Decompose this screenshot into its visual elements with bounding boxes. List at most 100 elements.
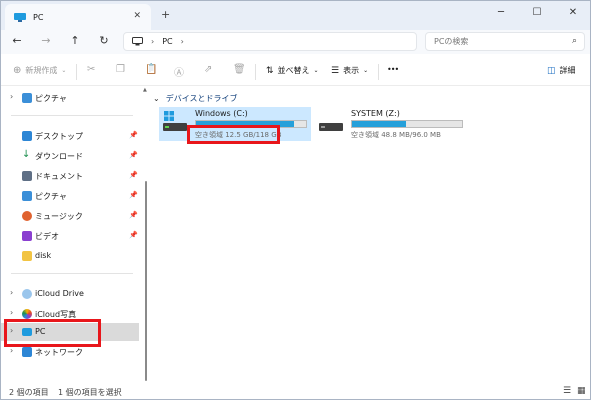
sidebar-item-videos[interactable]: ビデオ 📌 <box>1 227 139 245</box>
breadcrumb-chevron[interactable]: › <box>151 37 154 46</box>
file-explorer-window: PC ✕ + ─ ☐ ✕ ← → ↑ ↻ › PC › PCの検索 ⌕ ⊕ 新規… <box>0 0 591 400</box>
breadcrumb-chevron-end[interactable]: › <box>181 37 184 46</box>
cut-icon[interactable]: ✂ <box>87 64 95 75</box>
chevron-down-icon: ⌄ <box>313 67 319 74</box>
sidebar-item-label: ピクチャ <box>35 94 67 103</box>
search-icon: ⌕ <box>571 36 577 46</box>
new-tab-button[interactable]: + <box>161 8 170 21</box>
sidebar-divider <box>11 273 133 274</box>
search-input[interactable]: PCの検索 ⌕ <box>425 32 585 51</box>
up-button[interactable]: ↑ <box>67 34 83 47</box>
videos-icon <box>22 231 32 241</box>
folder-icon <box>22 251 32 261</box>
refresh-button[interactable]: ↻ <box>96 34 112 47</box>
status-bar: 2 個の項目 1 個の項目を選択 ☰ ▦ <box>1 383 590 399</box>
sidebar-item-label: ビデオ <box>35 232 59 241</box>
pin-icon: 📌 <box>129 151 138 159</box>
pin-icon: 📌 <box>129 171 138 179</box>
sort-label: 並べ替え <box>277 66 310 75</box>
details-button[interactable]: ◫ 詳細 <box>547 65 576 76</box>
documents-icon <box>22 171 32 181</box>
search-placeholder: PCの検索 <box>434 37 469 46</box>
scroll-up-icon[interactable]: ▲ <box>143 87 147 93</box>
more-options-button[interactable]: ••• <box>387 65 399 74</box>
sidebar-item-disk[interactable]: disk <box>1 247 139 265</box>
paste-icon[interactable]: 📋 <box>145 64 157 75</box>
sort-button[interactable]: ⇅ 並べ替え ⌄ <box>266 65 319 76</box>
sidebar-item-label: iCloud Drive <box>35 289 84 298</box>
drive-free-space: 空き領域 48.8 MB/96.0 MB <box>351 131 441 139</box>
download-icon: ↓ <box>22 149 31 160</box>
drive-item-system[interactable]: SYSTEM (Z:) 空き領域 48.8 MB/96.0 MB <box>315 107 467 141</box>
expand-arrow-icon[interactable]: › <box>10 288 13 297</box>
drive-name: Windows (C:) <box>195 109 248 118</box>
delete-icon[interactable]: 🗑 <box>233 64 246 75</box>
tab-title: PC <box>33 12 44 22</box>
expand-arrow-icon[interactable]: › <box>10 308 13 317</box>
sidebar-item-icloud-drive[interactable]: › iCloud Drive <box>1 285 139 303</box>
view-label: 表示 <box>343 66 360 75</box>
sidebar-item-label: ドキュメント <box>35 172 83 181</box>
tab-close-icon[interactable]: ✕ <box>133 11 141 21</box>
details-pane-icon: ◫ <box>547 65 556 76</box>
view-icon: ☰ <box>331 65 340 76</box>
sidebar-item-label: デスクトップ <box>35 132 83 141</box>
forward-button[interactable]: → <box>38 34 54 47</box>
windows-logo-icon <box>164 111 174 121</box>
music-icon <box>22 211 32 221</box>
sidebar-item-label: ダウンロード <box>35 152 83 161</box>
photos-icon <box>22 309 32 319</box>
sidebar-item-desktop[interactable]: デスクトップ 📌 <box>1 127 139 145</box>
network-icon <box>22 347 32 357</box>
details-view-icon[interactable]: ☰ <box>563 386 571 396</box>
status-selected: 1 個の項目を選択 <box>58 388 122 397</box>
copy-icon[interactable]: ❐ <box>116 64 125 75</box>
title-bar: PC ✕ + ─ ☐ ✕ <box>1 1 590 30</box>
sort-icon: ⇅ <box>266 65 274 76</box>
rename-icon[interactable]: Ⓐ <box>174 64 184 79</box>
new-button[interactable]: ⊕ 新規作成 ⌄ <box>13 65 66 76</box>
chevron-down-icon: ⌄ <box>363 67 369 74</box>
sidebar-item-music[interactable]: ミュージック 📌 <box>1 207 139 225</box>
share-icon[interactable]: ⇗ <box>204 64 212 75</box>
maximize-button[interactable]: ☐ <box>519 1 555 23</box>
sidebar-scrollbar[interactable] <box>145 181 147 381</box>
group-header-devices[interactable]: ⌄ デバイスとドライブ <box>153 93 237 104</box>
sidebar-item-label: ミュージック <box>35 212 83 221</box>
pin-icon: 📌 <box>129 191 138 199</box>
tab-pc[interactable]: PC ✕ <box>5 4 151 30</box>
pin-icon: 📌 <box>129 131 138 139</box>
breadcrumb-pc[interactable]: PC <box>162 37 172 46</box>
desktop-icon <box>22 131 32 141</box>
group-header-label: デバイスとドライブ <box>165 94 238 103</box>
chevron-down-icon: ⌄ <box>153 94 160 103</box>
minimize-button[interactable]: ─ <box>483 1 519 23</box>
sidebar-item-downloads[interactable]: ↓ ダウンロード 📌 <box>1 147 139 165</box>
view-button[interactable]: ☰ 表示 ⌄ <box>331 65 368 76</box>
expand-arrow-icon[interactable]: › <box>10 92 13 101</box>
drive-icon <box>319 123 343 131</box>
details-label: 詳細 <box>559 66 576 75</box>
pictures-icon <box>22 191 32 201</box>
drive-icon <box>163 123 187 131</box>
status-item-count: 2 個の項目 <box>9 388 49 397</box>
sidebar-item-pictures-top[interactable]: › ピクチャ <box>1 89 139 107</box>
address-bar[interactable]: › PC › <box>123 32 417 51</box>
command-bar: ⊕ 新規作成 ⌄ ✂ ❐ 📋 Ⓐ ⇗ 🗑 ⇅ 並べ替え ⌄ ☰ 表示 ⌄ •••… <box>1 58 590 86</box>
cloud-icon <box>22 289 32 299</box>
plus-circle-icon: ⊕ <box>13 65 22 76</box>
sidebar-item-documents[interactable]: ドキュメント 📌 <box>1 167 139 185</box>
tiles-view-icon[interactable]: ▦ <box>577 386 586 396</box>
toolbar-separator <box>378 64 379 80</box>
sidebar-divider <box>11 115 133 116</box>
sidebar-item-label: ネットワーク <box>35 348 83 357</box>
sidebar-item-label: disk <box>35 251 52 260</box>
close-button[interactable]: ✕ <box>555 1 590 23</box>
back-button[interactable]: ← <box>9 34 25 47</box>
expand-arrow-icon[interactable]: › <box>10 346 13 355</box>
highlight-box-pc <box>4 319 101 347</box>
address-row: ← → ↑ ↻ › PC › PCの検索 ⌕ <box>1 30 590 54</box>
sidebar-item-pictures[interactable]: ピクチャ 📌 <box>1 187 139 205</box>
sidebar-item-label: ピクチャ <box>35 192 67 201</box>
pc-icon <box>14 12 26 22</box>
